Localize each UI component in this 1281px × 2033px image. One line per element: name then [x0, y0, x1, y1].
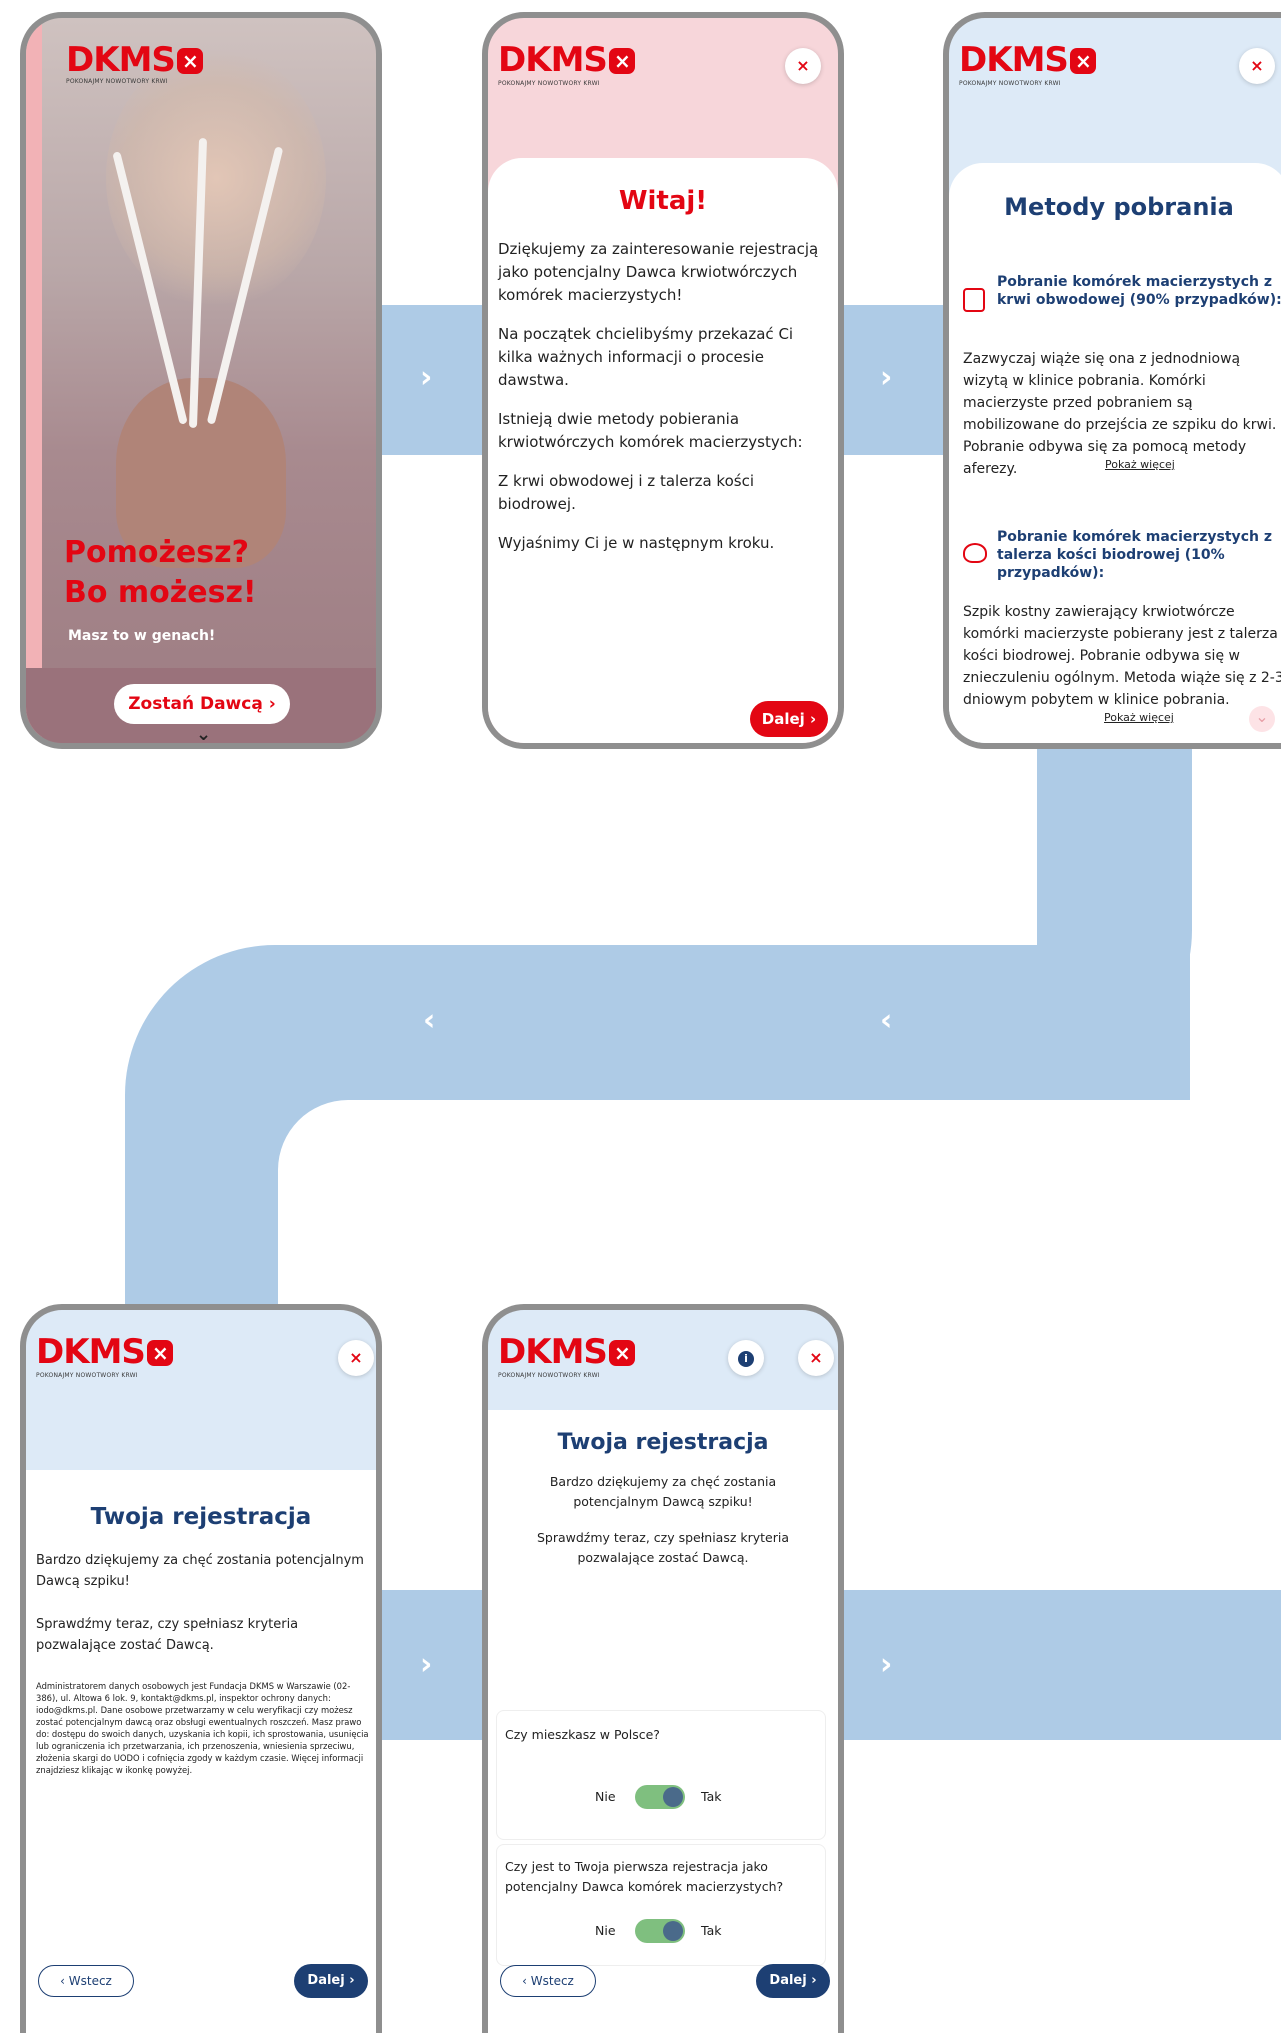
phone-landing: DKMS × POKONAJMY NOWOTWORY KRWI Pomożesz?…: [20, 12, 382, 749]
dkms-logo: DKMS ×: [66, 43, 203, 77]
first-registration-toggle[interactable]: [635, 1919, 685, 1943]
logo-x-icon: ×: [608, 1340, 635, 1366]
registration-paragraph-1: Bardzo dziękujemy za chęć zostania poten…: [549, 1474, 777, 1509]
dkms-logo: DKMS ×: [959, 43, 1096, 77]
welcome-paragraph-1: Dziękujemy za zainteresowanie rejestracj…: [498, 240, 819, 304]
flow-arrow-next-1: ›: [420, 360, 433, 395]
phone-methods: DKMS × POKONAJMY NOWOTWORY KRWI × Metody …: [943, 12, 1281, 749]
page-title: Twoja rejestracja: [557, 1430, 769, 1455]
content-card: Twoja rejestracja Bardzo dziękujemy za c…: [488, 1410, 838, 2033]
content-card: Metody pobrania Pobranie komórek macierz…: [949, 163, 1281, 743]
logo-text: DKMS: [66, 40, 176, 80]
welcome-paragraph-5: Wyjaśnimy Ci je w następnym kroku.: [498, 534, 775, 552]
lives-in-poland-toggle[interactable]: [635, 1785, 685, 1809]
close-icon[interactable]: ×: [798, 1340, 834, 1376]
logo-text: DKMS: [36, 1332, 146, 1372]
close-icon[interactable]: ×: [1239, 48, 1275, 84]
dkms-logo: DKMS ×: [36, 1335, 173, 1369]
toggle-yes-label: Tak: [701, 1923, 722, 1938]
logo-x-icon: ×: [1069, 48, 1096, 74]
method-2-body: Szpik kostny zawierający krwiotwórcze ko…: [963, 604, 1281, 708]
become-donor-button[interactable]: Zostań Dawcą ›: [114, 684, 290, 724]
toggle-no-label: Nie: [595, 1923, 616, 1938]
close-icon[interactable]: ×: [338, 1340, 374, 1376]
registration-paragraph-2: Sprawdźmy teraz, czy spełniasz kryteria …: [536, 1530, 790, 1565]
page-title: Twoja rejestracja: [90, 1504, 312, 1530]
info-icon[interactable]: i: [728, 1340, 764, 1376]
logo-x-icon: ×: [608, 48, 635, 74]
flow-arrow-next-3: ›: [420, 1647, 433, 1682]
flow-arrow-next-2: ›: [880, 360, 893, 395]
page-title: Metody pobrania: [1004, 193, 1234, 221]
logo-x-icon: ×: [176, 48, 203, 74]
toggle-no-label: Nie: [595, 1789, 616, 1804]
photo-blur-face: [106, 48, 326, 308]
question-label: Czy mieszkasz w Polsce?: [505, 1727, 660, 1742]
phone-registration-questions: DKMS × POKONAJMY NOWOTWORY KRWI i × Twoja…: [482, 1304, 844, 2033]
logo-text: DKMS: [498, 40, 608, 80]
flow-arrow-prev-2: ‹: [880, 1003, 893, 1038]
logo-tagline: POKONAJMY NOWOTWORY KRWI: [498, 80, 600, 87]
logo-tagline: POKONAJMY NOWOTWORY KRWI: [959, 80, 1061, 87]
dkms-logo: DKMS ×: [498, 1335, 635, 1369]
welcome-paragraph-4: Z krwi obwodowej i z talerza kości biodr…: [498, 472, 754, 513]
scroll-down-icon[interactable]: ⌄: [196, 724, 211, 743]
toggle-knob: [663, 1787, 683, 1807]
registration-paragraph-1: Bardzo dziękujemy za chęć zostania poten…: [36, 1553, 364, 1589]
question-lives-in-poland: Czy mieszkasz w Polsce? Nie Tak: [496, 1710, 826, 1840]
back-button[interactable]: ‹ Wstecz: [38, 1965, 134, 1997]
phone-registration-info: DKMS × POKONAJMY NOWOTWORY KRWI × Twoja r…: [20, 1304, 382, 2033]
phone-welcome: DKMS × POKONAJMY NOWOTWORY KRWI × Witaj! …: [482, 12, 844, 749]
method-1-show-more-link[interactable]: Pokaż więcej: [1105, 458, 1175, 471]
logo-tagline: POKONAJMY NOWOTWORY KRWI: [36, 1372, 138, 1379]
landing-subtitle: Masz to w genach!: [68, 628, 216, 644]
content-card: Twoja rejestracja Bardzo dziękujemy za c…: [26, 1470, 376, 2033]
logo-text: DKMS: [498, 1332, 608, 1372]
close-icon[interactable]: ×: [785, 48, 821, 84]
landing-headline: Pomożesz? Bo możesz!: [64, 535, 257, 610]
question-first-registration: Czy jest to Twoja pierwsza rejestracja j…: [496, 1844, 826, 1966]
welcome-paragraph-2: Na początek chcielibyśmy przekazać Ci ki…: [498, 325, 794, 389]
toggle-yes-label: Tak: [701, 1789, 722, 1804]
logo-tagline: POKONAJMY NOWOTWORY KRWI: [498, 1372, 600, 1379]
welcome-paragraph-3: Istnieją dwie metody pobierania krwiotwó…: [498, 410, 803, 451]
red-left-strip: [26, 18, 42, 743]
logo-tagline: POKONAJMY NOWOTWORY KRWI: [66, 78, 168, 85]
question-label: Czy jest to Twoja pierwsza rejestracja j…: [505, 1859, 784, 1894]
method-2-show-more-link[interactable]: Pokaż więcej: [1104, 711, 1174, 724]
logo-text: DKMS: [959, 40, 1069, 80]
content-card: Witaj! Dziękujemy za zainteresowanie rej…: [488, 158, 838, 743]
flow-arrow-next-4: ›: [880, 1647, 893, 1682]
dkms-logo: DKMS ×: [498, 43, 635, 77]
flow-band-left-notch: [278, 1100, 438, 1330]
page-title: Witaj!: [618, 186, 708, 216]
scroll-down-icon[interactable]: ⌄: [1249, 706, 1275, 732]
flow-arrow-prev-1: ‹: [423, 1003, 436, 1038]
method-1-heading: Pobranie komórek macierzystych z krwi ob…: [997, 274, 1281, 308]
logo-x-icon: ×: [146, 1340, 173, 1366]
blood-bag-icon: [963, 288, 985, 312]
pelvis-icon: [963, 543, 987, 563]
method-2-heading: Pobranie komórek macierzystych z talerza…: [997, 529, 1272, 581]
next-button[interactable]: Dalej ›: [756, 1964, 830, 1998]
next-button[interactable]: Dalej ›: [294, 1964, 368, 1998]
info-glyph: i: [738, 1350, 754, 1367]
back-button[interactable]: ‹ Wstecz: [500, 1965, 596, 1997]
next-button[interactable]: Dalej ›: [750, 701, 828, 737]
toggle-knob: [663, 1921, 683, 1941]
privacy-notice: Administratorem danych osobowych jest Fu…: [36, 1681, 369, 1775]
registration-paragraph-2: Sprawdźmy teraz, czy spełniasz kryteria …: [36, 1617, 299, 1653]
